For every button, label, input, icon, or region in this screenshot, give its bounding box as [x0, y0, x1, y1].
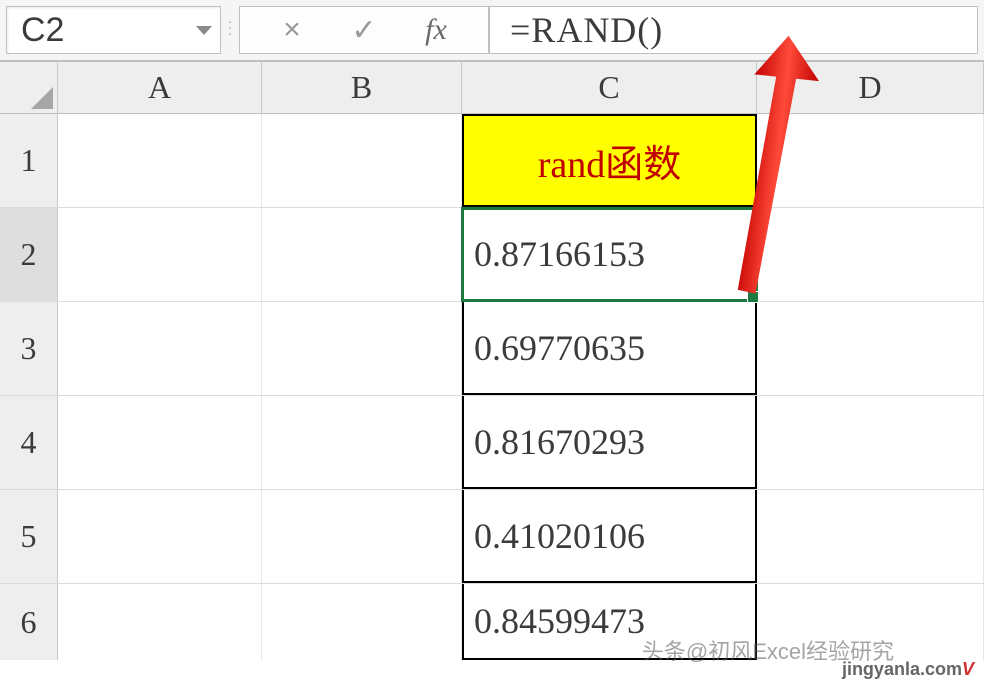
cell-C1[interactable]: rand函数: [462, 114, 757, 207]
row-header-2[interactable]: 2: [0, 208, 58, 301]
cancel-button[interactable]: ×: [260, 8, 324, 52]
row-header-4[interactable]: 4: [0, 396, 58, 489]
cell-B6[interactable]: [262, 584, 462, 660]
col-header-D[interactable]: D: [757, 62, 984, 113]
row-header-3[interactable]: 3: [0, 302, 58, 395]
cell-B2[interactable]: [262, 208, 462, 301]
cell-D1[interactable]: [757, 114, 984, 207]
cell-B3[interactable]: [262, 302, 462, 395]
cell-C4[interactable]: 0.81670293: [462, 396, 757, 489]
cell-D5[interactable]: [757, 490, 984, 583]
x-icon: ×: [283, 13, 301, 47]
table-row: 5 0.41020106: [0, 490, 984, 584]
check-icon: ✓: [351, 13, 376, 48]
fx-button-group: × ✓ fx: [239, 6, 489, 54]
chevron-down-icon[interactable]: [196, 26, 212, 35]
divider-icon: ···: [221, 0, 239, 60]
select-all-corner[interactable]: [0, 62, 58, 113]
cell-A3[interactable]: [58, 302, 262, 395]
name-box[interactable]: C2: [6, 6, 221, 54]
row-header-5[interactable]: 5: [0, 490, 58, 583]
formula-bar: C2 ··· × ✓ fx =RAND(): [0, 0, 984, 62]
cell-A4[interactable]: [58, 396, 262, 489]
col-header-B[interactable]: B: [262, 62, 462, 113]
cell-C3[interactable]: 0.69770635: [462, 302, 757, 395]
row-header-6[interactable]: 6: [0, 584, 58, 660]
cell-A2[interactable]: [58, 208, 262, 301]
formula-text: =RAND(): [510, 9, 663, 51]
cell-D2[interactable]: [757, 208, 984, 301]
table-row: 1 rand函数: [0, 114, 984, 208]
cell-A5[interactable]: [58, 490, 262, 583]
cell-C5[interactable]: 0.41020106: [462, 490, 757, 583]
cell-A6[interactable]: [58, 584, 262, 660]
cell-B1[interactable]: [262, 114, 462, 207]
col-header-C[interactable]: C: [462, 62, 757, 113]
watermark-v-icon: V: [962, 659, 974, 679]
cell-D4[interactable]: [757, 396, 984, 489]
cell-A1[interactable]: [58, 114, 262, 207]
table-row: 2 0.87166153: [0, 208, 984, 302]
table-row: 4 0.81670293: [0, 396, 984, 490]
col-header-A[interactable]: A: [58, 62, 262, 113]
cell-D3[interactable]: [757, 302, 984, 395]
fx-button[interactable]: fx: [404, 8, 468, 52]
confirm-button[interactable]: ✓: [332, 8, 396, 52]
row-header-1[interactable]: 1: [0, 114, 58, 207]
cell-B4[interactable]: [262, 396, 462, 489]
formula-input[interactable]: =RAND(): [489, 6, 978, 54]
fx-icon: fx: [425, 13, 447, 47]
spreadsheet-grid: A B C D 1 rand函数 2 0.87166153 3 0.697706…: [0, 62, 984, 660]
table-row: 3 0.69770635: [0, 302, 984, 396]
watermark-site: jingyanla.comV: [842, 659, 974, 680]
column-header-row: A B C D: [0, 62, 984, 114]
name-box-value: C2: [21, 11, 64, 50]
cell-B5[interactable]: [262, 490, 462, 583]
cell-C2[interactable]: 0.87166153: [462, 208, 757, 301]
